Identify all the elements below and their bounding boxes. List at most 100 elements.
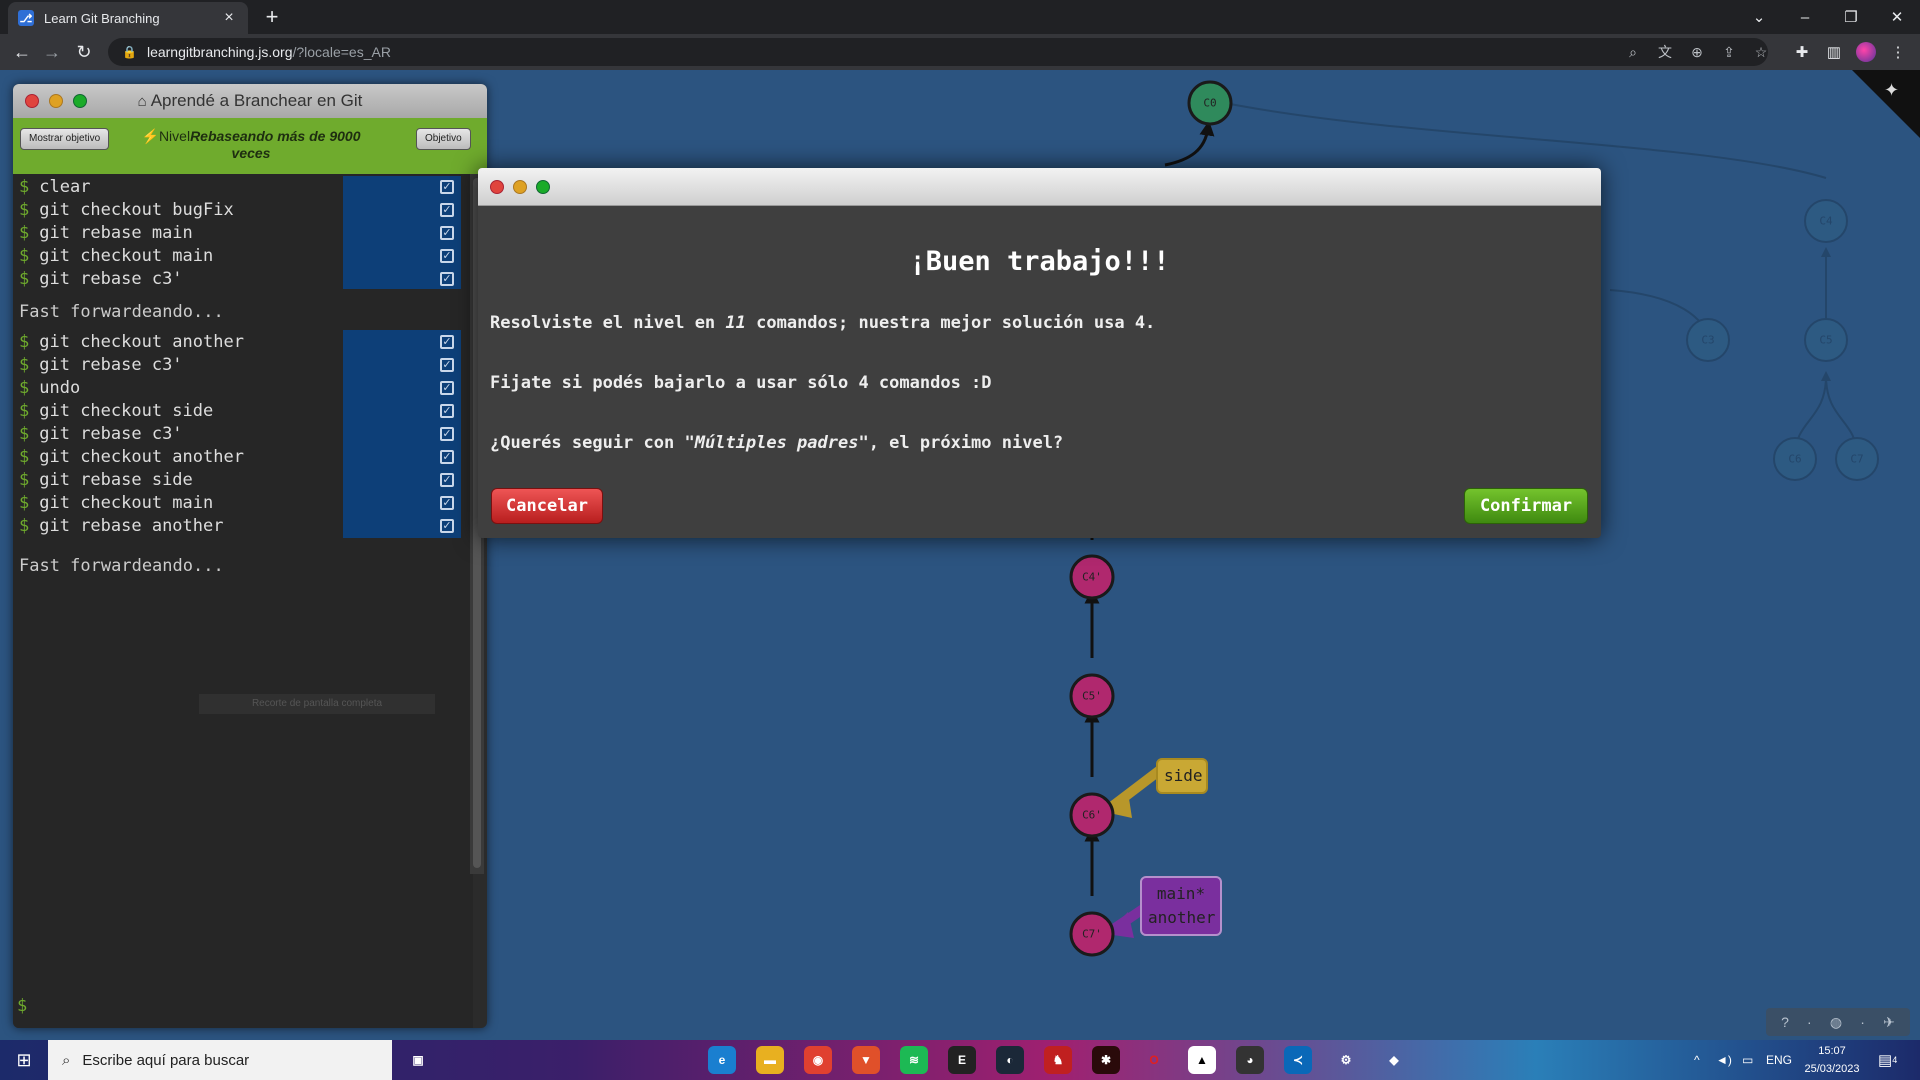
fullscreen-button[interactable]: Recorte de pantalla completa [199,694,435,714]
commit-c6-faint: C6 [1773,437,1817,481]
help-icon[interactable]: ? [1781,1014,1789,1030]
maximize-dot[interactable] [536,180,550,194]
side-panel-icon[interactable]: ▥ [1824,42,1844,62]
browser-toolbar: ← → ↻ 🔒 learngitbranching.js.org /?local… [0,34,1920,70]
commit-c0[interactable]: C0 [1187,80,1233,126]
restore-button[interactable]: ❐ [1828,0,1874,34]
checkbox-icon: ✓ [440,335,454,349]
search-icon: ⌕ [62,1051,71,1069]
new-tab-button[interactable]: + [258,4,286,30]
steam-icon[interactable]: ◐ [996,1046,1024,1074]
checkbox-icon: ✓ [440,358,454,372]
branch-main-another[interactable]: main* another [1140,876,1222,936]
tab-search-icon[interactable]: ⌄ [1736,0,1782,34]
dialog-hint-text: Fijate si podés bajarlo a usar sólo 4 co… [490,373,992,393]
cancel-button[interactable]: Cancelar [491,488,603,524]
mixed-app-icon[interactable]: ◆ [1380,1046,1408,1074]
reload-icon[interactable]: ↻ [72,40,96,64]
branch-side[interactable]: side [1156,758,1208,794]
faint-edge [1209,99,1827,179]
command-input[interactable]: $ [17,996,27,1016]
notifications-icon[interactable]: ▤ 4 [1878,1040,1897,1080]
url-host: learngitbranching.js.org [146,44,293,60]
command-line: $ git checkout another [13,446,473,469]
browser-tab[interactable]: ⎇ Learn Git Branching × [8,2,248,34]
url-path: /?locale=es_AR [292,44,391,60]
command-text: git rebase side [39,470,193,490]
commit-c5-prime[interactable]: C5' [1069,673,1115,719]
spiderman-game-icon[interactable]: ✱ [1092,1046,1120,1074]
close-tab-icon[interactable]: × [220,9,238,27]
command-line: $ git checkout main [13,492,473,515]
github-desktop-icon[interactable]: ◕ [1236,1046,1264,1074]
profile-avatar[interactable] [1856,42,1876,62]
windows-taskbar: ⊞ ⌕ Escribe aquí para buscar ▣ e ▬ ◉ ▼ ≋… [0,1040,1920,1080]
commit-c4-prime[interactable]: C4' [1069,554,1115,600]
commit-label: C3 [1701,334,1714,347]
command-line: $ undo [13,377,473,400]
show-goal-button[interactable]: Mostrar objetivo [20,128,110,150]
edge-icon[interactable]: e [708,1046,736,1074]
github-corner-icon[interactable]: ✦ [1884,80,1899,101]
brave-icon[interactable]: ▼ [852,1046,880,1074]
git-logo-icon: ⎇ [18,10,34,26]
command-text: git rebase c3' [39,269,183,289]
menu-icon[interactable]: ⋮ [1888,42,1908,62]
commit-c7-prime[interactable]: C7' [1069,911,1115,957]
taskbar-clock[interactable]: 15:07 25/03/2023 [1796,1042,1868,1078]
minimize-dot[interactable] [513,180,527,194]
commit-c4-faint: C4 [1804,199,1848,243]
share-icon[interactable]: ⇪ [1720,43,1738,61]
vscode-icon[interactable]: ≺ [1284,1046,1312,1074]
minimize-button[interactable]: – [1782,0,1828,34]
commit-label: C5 [1819,334,1832,347]
lightning-icon: ⚡ [141,128,159,144]
command-text: git checkout another [39,447,244,467]
extensions-icon[interactable]: ✚ [1792,42,1812,62]
checkbox-icon: ✓ [440,249,454,263]
objective-button[interactable]: Objetivo [416,128,471,150]
taskbar-search-input[interactable]: ⌕ Escribe aquí para buscar [48,1040,392,1080]
epic-games-icon[interactable]: E [948,1046,976,1074]
chrome-icon[interactable]: ◉ [804,1046,832,1074]
spotify-icon[interactable]: ≋ [900,1046,928,1074]
epic-store-icon[interactable]: ▲ [1188,1046,1216,1074]
dialog-result-text: Resolviste el nivel en 11 comandos; nues… [490,313,1156,333]
windows-start-icon[interactable]: ⊞ [0,1040,48,1080]
opera-icon[interactable]: O [1140,1046,1168,1074]
tray-chevron-icon[interactable]: ^ [1694,1040,1700,1080]
command-text: git rebase c3' [39,424,183,444]
twitter-icon[interactable]: ✈ [1883,1014,1895,1031]
network-icon[interactable]: ▭ [1742,1040,1753,1080]
confirm-button[interactable]: Confirmar [1464,488,1588,524]
game-launcher-icon[interactable]: ♞ [1044,1046,1072,1074]
bookmark-star-icon[interactable]: ☆ [1752,43,1770,61]
prompt-symbol: $ [19,269,30,289]
address-bar[interactable]: 🔒 learngitbranching.js.org /?locale=es_A… [108,38,1768,66]
command-line: $ git checkout bugFix [13,199,473,222]
language-indicator[interactable]: ENG [1766,1040,1792,1080]
globe-icon[interactable]: ◍ [1830,1014,1842,1031]
volume-icon[interactable]: ◄) [1716,1040,1732,1080]
translate-icon[interactable]: 文 [1656,43,1674,61]
task-view-icon[interactable]: ▣ [404,1046,432,1074]
browser-tab-bar: ⎇ Learn Git Branching × + ⌄ – ❐ ✕ [0,0,1920,34]
file-explorer-icon[interactable]: ▬ [756,1046,784,1074]
tab-title: Learn Git Branching [44,10,160,26]
command-line: $ git checkout main [13,245,473,268]
commit-label: C4' [1082,571,1102,584]
prompt-symbol: $ [19,378,30,398]
command-text: git checkout another [39,332,244,352]
command-text: git checkout side [39,401,214,421]
close-dot[interactable] [490,180,504,194]
command-line: $ clear [13,176,473,199]
back-icon[interactable]: ← [10,40,34,64]
search-icon[interactable]: ⌕ [1624,43,1642,61]
prompt-symbol: $ [19,516,30,536]
forward-icon[interactable]: → [40,40,64,64]
checkbox-icon: ✓ [440,180,454,194]
commit-c6-prime[interactable]: C6' [1069,792,1115,838]
zoom-icon[interactable]: ⊕ [1688,43,1706,61]
close-window-button[interactable]: ✕ [1874,0,1920,34]
settings-gear-icon[interactable]: ⚙ [1332,1046,1360,1074]
